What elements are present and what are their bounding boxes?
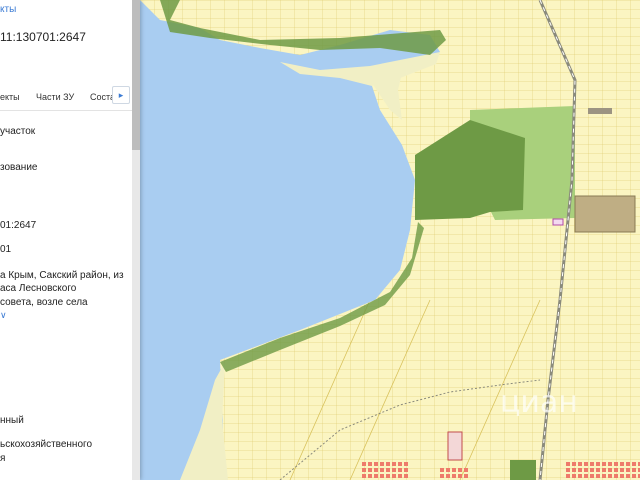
panel-scrollbar-thumb[interactable] [132, 0, 140, 150]
cadastral-number-title: 11:130701:2647 [0, 30, 86, 44]
small-building [588, 108, 612, 114]
address-line-2: аса Лесновского [0, 283, 77, 294]
green-lot [510, 460, 536, 480]
marker-parcel [552, 218, 564, 226]
address-line-3: совета, возле села [0, 297, 88, 308]
industrial-block [574, 195, 636, 233]
info-panel: кты 11:130701:2647 екты Части ЗУ Соста ▸… [0, 0, 140, 480]
land-category-text: участок [0, 126, 36, 137]
tab-land-parts[interactable]: Части ЗУ [36, 92, 74, 102]
tabs-next-button[interactable]: ▸ [112, 86, 130, 104]
permitted-use-text: зование [0, 162, 38, 173]
status-text: нный [0, 415, 24, 426]
category-line-1: ьскохозяйственного [0, 439, 93, 450]
residential-area-3 [565, 460, 640, 480]
residential-area-2 [440, 466, 470, 480]
tab-objects[interactable]: екты [0, 92, 20, 102]
tab-bar: екты Части ЗУ Соста ▸ [0, 84, 140, 108]
cadastral-number-value: 01:2647 [0, 220, 37, 231]
chevron-down-icon[interactable]: ∨ [0, 310, 7, 321]
cadastral-map[interactable]: циан [140, 0, 640, 480]
quarter-value: 01 [0, 244, 12, 255]
residential-area-1 [360, 462, 410, 480]
objects-link[interactable]: кты [0, 4, 16, 15]
category-line-2: я [0, 453, 6, 464]
map-watermark: циан [500, 385, 578, 420]
tab-divider [0, 110, 132, 111]
chevron-right-icon: ▸ [118, 90, 124, 100]
fenced-parcel [447, 431, 463, 461]
address-line-1: а Крым, Сакский район, из [0, 270, 124, 281]
